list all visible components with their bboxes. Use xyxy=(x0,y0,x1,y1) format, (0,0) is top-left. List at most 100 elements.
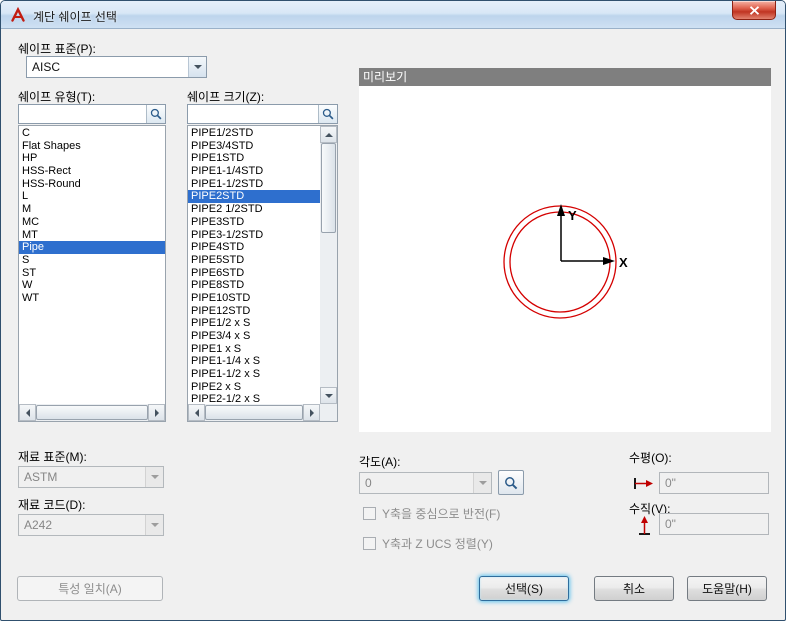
angle-combobox: 0 xyxy=(359,472,492,494)
material-code-label: 재료 코드(D): xyxy=(18,498,86,512)
material-code-value: A242 xyxy=(24,518,53,532)
list-item[interactable]: HSS-Round xyxy=(19,178,165,191)
horizontal-offset-input xyxy=(659,472,769,494)
scroll-thumb[interactable] xyxy=(205,405,303,420)
list-item[interactable]: ST xyxy=(19,267,165,280)
list-item[interactable]: PIPE2STD xyxy=(188,190,320,204)
list-item[interactable]: PIPE2 x S xyxy=(188,381,320,394)
preview-area: Y X xyxy=(359,86,771,432)
search-icon[interactable] xyxy=(318,105,337,123)
scroll-right-button[interactable] xyxy=(303,404,320,421)
scroll-left-button[interactable] xyxy=(19,404,36,421)
scroll-down-button[interactable] xyxy=(320,387,337,404)
list-item[interactable]: PIPE12STD xyxy=(188,305,320,318)
close-icon xyxy=(749,5,759,15)
list-item[interactable]: L xyxy=(19,190,165,203)
axis-x-label: X xyxy=(619,255,628,270)
scroll-track[interactable] xyxy=(36,404,148,421)
material-standard-value: ASTM xyxy=(24,470,58,484)
list-item[interactable]: HSS-Rect xyxy=(19,165,165,178)
shape-type-filter xyxy=(18,104,166,124)
select-label: 선택(S) xyxy=(504,582,544,596)
list-item[interactable]: PIPE8STD xyxy=(188,279,320,292)
help-button[interactable]: 도움말(H) xyxy=(687,576,767,601)
shape-size-filter xyxy=(187,104,338,124)
pipe-preview-drawing: Y X xyxy=(503,204,628,319)
select-button[interactable]: 선택(S) xyxy=(479,576,569,601)
list-item[interactable]: PIPE2-1/2 x S xyxy=(188,393,320,404)
flip-about-y-label: Y축을 중심으로 반전(F) xyxy=(382,507,501,521)
stair-shape-select-dialog: 계단 쉐이프 선택 쉐이프 표준(P): AISC 쉐이프 유형(T): C Fl… xyxy=(0,0,786,621)
shape-size-listbox[interactable]: PIPE1/2STD PIPE3/4STD PIPE1STD PIPE1-1/4STD… xyxy=(187,125,338,422)
list-item[interactable]: PIPE3/4STD xyxy=(188,140,320,153)
shape-type-label: 쉐이프 유형(T): xyxy=(18,90,96,104)
list-item[interactable]: HP xyxy=(19,152,165,165)
align-y-z-ucs-checkbox: Y축과 Z UCS 정렬(Y) xyxy=(363,535,493,552)
list-item[interactable]: Pipe xyxy=(19,241,165,254)
scroll-thumb[interactable] xyxy=(321,143,336,233)
list-item[interactable]: M xyxy=(19,203,165,216)
search-icon[interactable] xyxy=(146,105,165,123)
list-item[interactable]: PIPE1-1/4STD xyxy=(188,165,320,178)
material-standard-combobox: ASTM xyxy=(18,466,164,488)
list-item[interactable]: PIPE1-1/2STD xyxy=(188,178,320,191)
chevron-down-icon xyxy=(145,467,163,487)
checkbox-box xyxy=(363,537,376,550)
shape-type-filter-input[interactable] xyxy=(19,105,146,123)
list-item[interactable]: PIPE6STD xyxy=(188,267,320,280)
axis-y-label: Y xyxy=(568,208,577,223)
horizontal-offset-label: 수평(O): xyxy=(629,451,672,465)
close-button[interactable] xyxy=(732,1,776,20)
list-item[interactable]: PIPE4STD xyxy=(188,241,320,254)
list-item[interactable]: PIPE3/4 x S xyxy=(188,330,320,343)
cancel-button[interactable]: 취소 xyxy=(594,576,674,601)
vertical-offset-input xyxy=(659,513,769,535)
list-item[interactable]: PIPE1 x S xyxy=(188,343,320,356)
list-item[interactable]: PIPE3-1/2STD xyxy=(188,229,320,242)
cancel-label: 취소 xyxy=(622,582,646,596)
shape-type-hscrollbar[interactable] xyxy=(19,404,165,421)
horizontal-offset-icon xyxy=(633,476,654,496)
window-title: 계단 쉐이프 선택 xyxy=(33,10,117,24)
list-item[interactable]: PIPE1-1/4 x S xyxy=(188,355,320,368)
list-item[interactable]: PIPE5STD xyxy=(188,254,320,267)
shape-size-label: 쉐이프 크기(Z): xyxy=(187,90,265,104)
match-properties-button: 특성 일치(A) xyxy=(17,576,163,601)
chevron-down-icon xyxy=(145,515,163,535)
scroll-thumb[interactable] xyxy=(36,405,148,420)
list-item[interactable]: S xyxy=(19,254,165,267)
list-item[interactable]: MC xyxy=(19,216,165,229)
help-label: 도움말(H) xyxy=(702,582,752,596)
match-properties-label: 특성 일치(A) xyxy=(58,582,122,596)
pick-angle-button[interactable] xyxy=(498,470,524,495)
title-bar[interactable]: 계단 쉐이프 선택 xyxy=(1,1,785,29)
align-y-z-ucs-label: Y축과 Z UCS 정렬(Y) xyxy=(382,537,493,551)
shape-size-vscrollbar[interactable] xyxy=(320,126,337,404)
scroll-up-button[interactable] xyxy=(320,126,337,143)
list-item[interactable]: PIPE1STD xyxy=(188,152,320,165)
list-item[interactable]: WT xyxy=(19,292,165,305)
shape-type-listbox[interactable]: C Flat Shapes HP HSS-Rect HSS-Round L M MC MT Pip… xyxy=(18,125,166,422)
chevron-down-icon[interactable] xyxy=(188,57,206,77)
list-item[interactable]: MT xyxy=(19,229,165,242)
flip-about-y-checkbox: Y축을 중심으로 반전(F) xyxy=(363,505,500,522)
list-item[interactable]: C xyxy=(19,127,165,140)
list-item[interactable]: PIPE1/2 x S xyxy=(188,317,320,330)
scroll-right-button[interactable] xyxy=(148,404,165,421)
list-item[interactable]: PIPE3STD xyxy=(188,216,320,229)
list-item[interactable]: PIPE2 1/2STD xyxy=(188,203,320,216)
chevron-down-icon xyxy=(473,473,491,493)
list-item[interactable]: Flat Shapes xyxy=(19,140,165,153)
material-code-combobox: A242 xyxy=(18,514,164,536)
list-item[interactable]: PIPE1/2STD xyxy=(188,127,320,140)
list-item[interactable]: PIPE10STD xyxy=(188,292,320,305)
list-item[interactable]: W xyxy=(19,279,165,292)
scroll-track[interactable] xyxy=(205,404,303,421)
preview-header: 미리보기 xyxy=(359,68,771,86)
shape-size-hscrollbar[interactable] xyxy=(188,404,320,421)
shape-standard-combobox[interactable]: AISC xyxy=(26,56,207,78)
list-item[interactable]: PIPE1-1/2 x S xyxy=(188,368,320,381)
shape-size-filter-input[interactable] xyxy=(188,105,318,123)
scroll-left-button[interactable] xyxy=(188,404,205,421)
magnifier-icon xyxy=(505,476,518,489)
